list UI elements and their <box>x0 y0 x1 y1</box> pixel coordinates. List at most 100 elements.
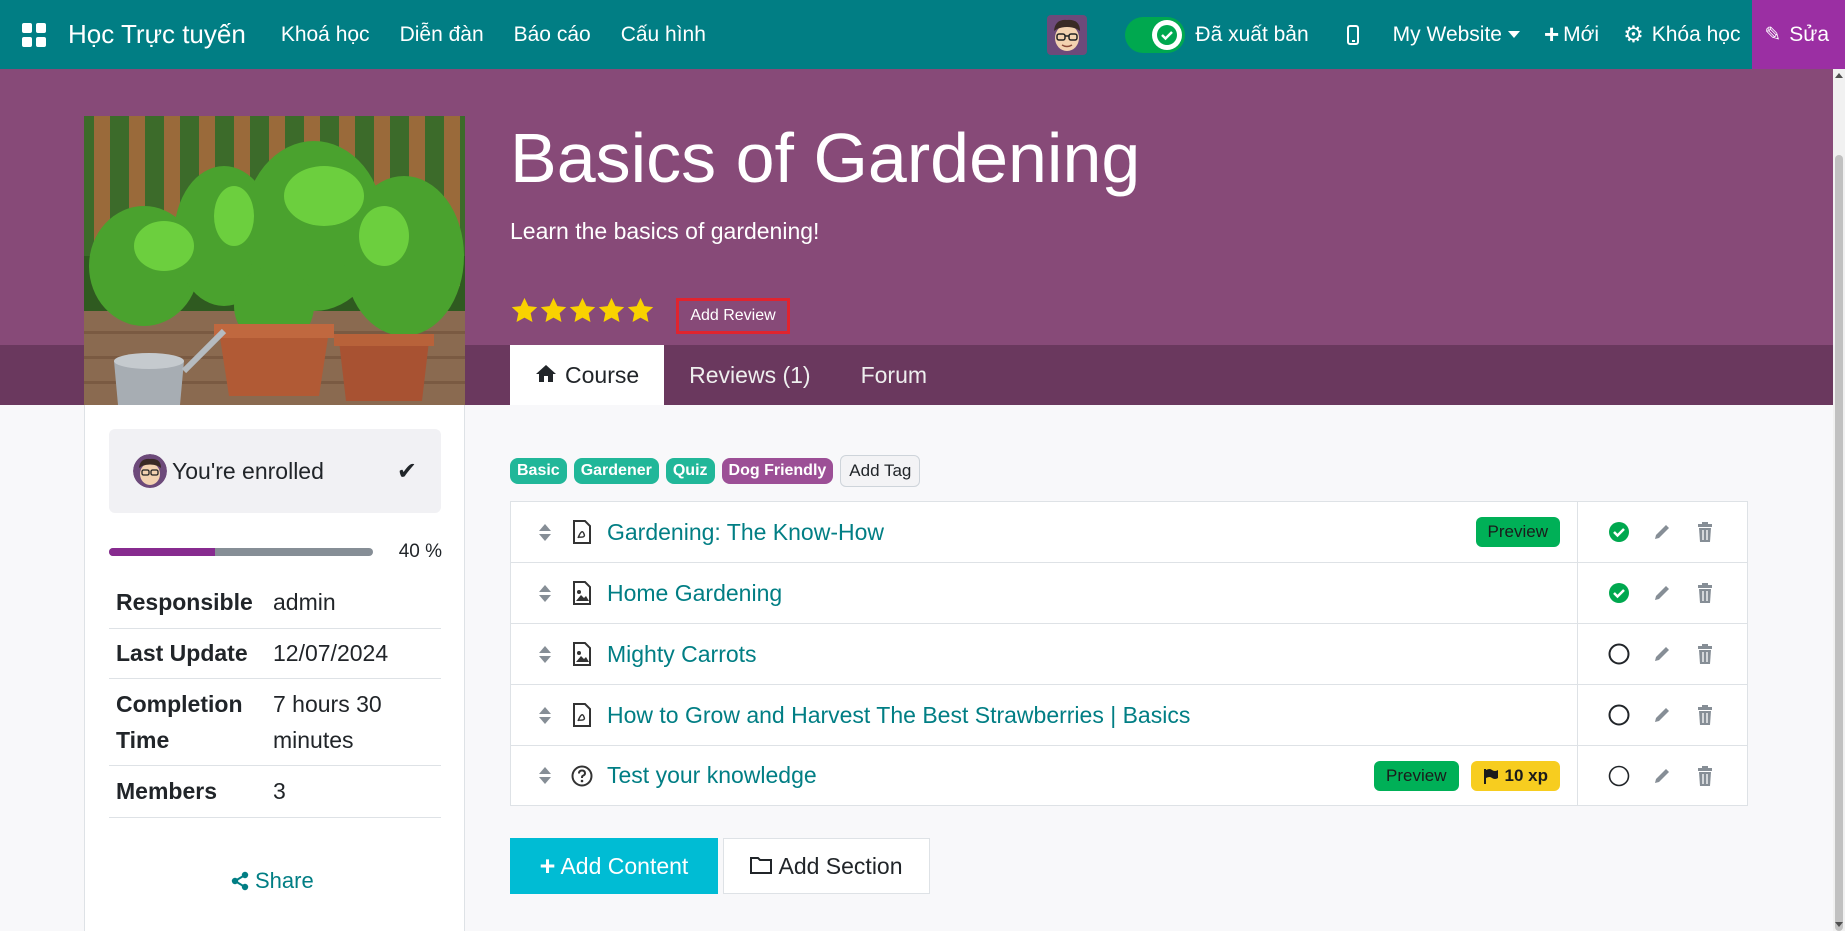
info-row-completion-time: Completion Time 7 hours 30 minutes <box>109 678 441 766</box>
drag-handle-icon[interactable] <box>534 584 555 602</box>
apps-menu-icon[interactable] <box>0 0 68 69</box>
incomplete-circle-icon[interactable] <box>1608 765 1630 787</box>
tab-course-label: Course <box>565 361 640 388</box>
list-item: Mighty Carrots <box>511 624 1747 685</box>
pencil-icon[interactable] <box>1651 644 1673 664</box>
tag-gardener[interactable]: Gardener <box>573 458 659 484</box>
xp-value: 10 xp <box>1504 765 1548 785</box>
tag-quiz[interactable]: Quiz <box>665 458 715 484</box>
course-tabs: Course Reviews (1) Forum <box>510 345 952 405</box>
new-button[interactable]: + Mới <box>1532 0 1611 69</box>
info-row-members: Members 3 <box>109 765 441 818</box>
add-tag-button[interactable]: Add Tag <box>840 455 921 487</box>
info-key: Members <box>109 765 273 818</box>
star-icon <box>540 297 567 322</box>
toggle-switch[interactable] <box>1125 16 1186 53</box>
share-label: Share <box>255 868 314 893</box>
drag-handle-icon[interactable] <box>534 706 555 724</box>
scrollbar-thumb[interactable] <box>1835 155 1843 931</box>
preview-badge: Preview <box>1374 760 1459 791</box>
lesson-actions <box>1577 685 1747 745</box>
completed-check-icon[interactable] <box>1608 582 1630 604</box>
tab-reviews[interactable]: Reviews (1) <box>664 345 835 405</box>
edit-button[interactable]: ✎ Sửa <box>1752 0 1845 69</box>
pencil-icon: ✎ <box>1764 24 1782 46</box>
app-brand[interactable]: Học Trực tuyến <box>68 19 246 50</box>
incomplete-circle-icon[interactable] <box>1608 643 1630 665</box>
pencil-icon[interactable] <box>1651 766 1673 786</box>
quiz-icon <box>571 764 593 788</box>
scroll-up-arrow-icon[interactable] <box>1835 73 1843 78</box>
lesson-title[interactable]: Gardening: The Know-How <box>607 519 1476 546</box>
info-value: 12/07/2024 <box>273 628 441 679</box>
xp-badge: 10 xp <box>1470 760 1560 791</box>
flag-icon <box>1483 768 1498 784</box>
new-button-label: Mới <box>1563 22 1600 46</box>
menu-item-courses[interactable]: Khoá học <box>266 23 385 47</box>
lesson-actions <box>1577 746 1747 805</box>
pencil-icon[interactable] <box>1651 705 1673 725</box>
menu-item-configuration[interactable]: Cấu hình <box>606 23 721 47</box>
lesson-actions <box>1577 624 1747 684</box>
share-icon <box>231 871 249 891</box>
drag-handle-icon[interactable] <box>534 523 555 541</box>
course-title: Basics of Gardening <box>510 119 1141 197</box>
course-subtitle: Learn the basics of gardening! <box>510 218 820 244</box>
star-icon <box>627 297 654 322</box>
mobile-preview-icon[interactable] <box>1331 0 1375 69</box>
drag-handle-icon[interactable] <box>534 645 555 663</box>
preview-badge: Preview <box>1475 517 1560 547</box>
trash-icon[interactable] <box>1696 705 1714 725</box>
add-content-label: Add Content <box>560 852 689 879</box>
home-icon <box>535 362 557 389</box>
incomplete-circle-icon[interactable] <box>1608 704 1630 726</box>
list-item: Home Gardening <box>511 563 1747 624</box>
lesson-title[interactable]: Test your knowledge <box>607 762 1374 789</box>
drag-handle-icon[interactable] <box>534 767 555 784</box>
trash-icon[interactable] <box>1696 522 1714 542</box>
pdf-icon <box>571 520 593 544</box>
lesson-title[interactable]: Home Gardening <box>607 580 1577 607</box>
menu-item-reporting[interactable]: Báo cáo <box>499 23 606 47</box>
add-review-button[interactable]: Add Review <box>676 298 790 334</box>
scroll-down-arrow-icon[interactable] <box>1835 922 1843 927</box>
user-avatar[interactable] <box>1047 14 1088 55</box>
image-icon <box>571 581 593 605</box>
course-sidebar: You're enrolled ✔ 40 % Responsible admin… <box>84 405 465 931</box>
info-value: 7 hours 30 minutes <box>273 678 441 766</box>
star-icon <box>511 297 538 322</box>
completed-check-icon[interactable] <box>1608 521 1630 543</box>
add-content-button[interactable]: + Add Content <box>510 838 718 894</box>
star-icon <box>598 297 625 322</box>
check-icon <box>1152 19 1183 50</box>
trash-icon[interactable] <box>1696 644 1714 664</box>
course-settings-button[interactable]: ⚙ Khóa học <box>1611 0 1752 69</box>
course-tags: Basic Gardener Quiz Dog Friendly Add Tag <box>510 455 921 487</box>
rating-stars <box>510 296 655 325</box>
info-value: admin <box>273 577 441 629</box>
publish-status-label: Đã xuất bản <box>1195 22 1309 46</box>
gear-icon: ⚙ <box>1623 21 1644 47</box>
menu-item-forum[interactable]: Diễn đàn <box>385 23 499 47</box>
pencil-icon[interactable] <box>1651 522 1673 542</box>
info-key: Responsible <box>109 577 273 629</box>
trash-icon[interactable] <box>1696 583 1714 603</box>
course-cover-image <box>84 116 465 405</box>
course-info-table: Responsible admin Last Update 12/07/2024… <box>109 577 441 818</box>
pencil-icon[interactable] <box>1651 583 1673 603</box>
folder-icon <box>750 853 773 880</box>
trash-icon[interactable] <box>1696 765 1714 786</box>
lesson-title[interactable]: Mighty Carrots <box>607 641 1577 668</box>
tab-course[interactable]: Course <box>510 345 665 405</box>
tag-basic[interactable]: Basic <box>510 458 567 484</box>
add-section-label: Add Section <box>778 852 903 879</box>
lesson-list: Gardening: The Know-How Preview Home Gar… <box>510 501 1748 806</box>
publish-toggle[interactable]: Đã xuất bản <box>1125 16 1309 53</box>
lesson-title[interactable]: How to Grow and Harvest The Best Strawbe… <box>607 702 1577 729</box>
website-switcher[interactable]: My Website <box>1381 0 1532 69</box>
tag-dog-friendly[interactable]: Dog Friendly <box>721 458 834 484</box>
add-section-button[interactable]: Add Section <box>723 838 930 894</box>
tab-forum[interactable]: Forum <box>836 345 952 405</box>
share-link[interactable]: Share <box>230 868 314 894</box>
edit-button-label: Sửa <box>1789 22 1829 46</box>
